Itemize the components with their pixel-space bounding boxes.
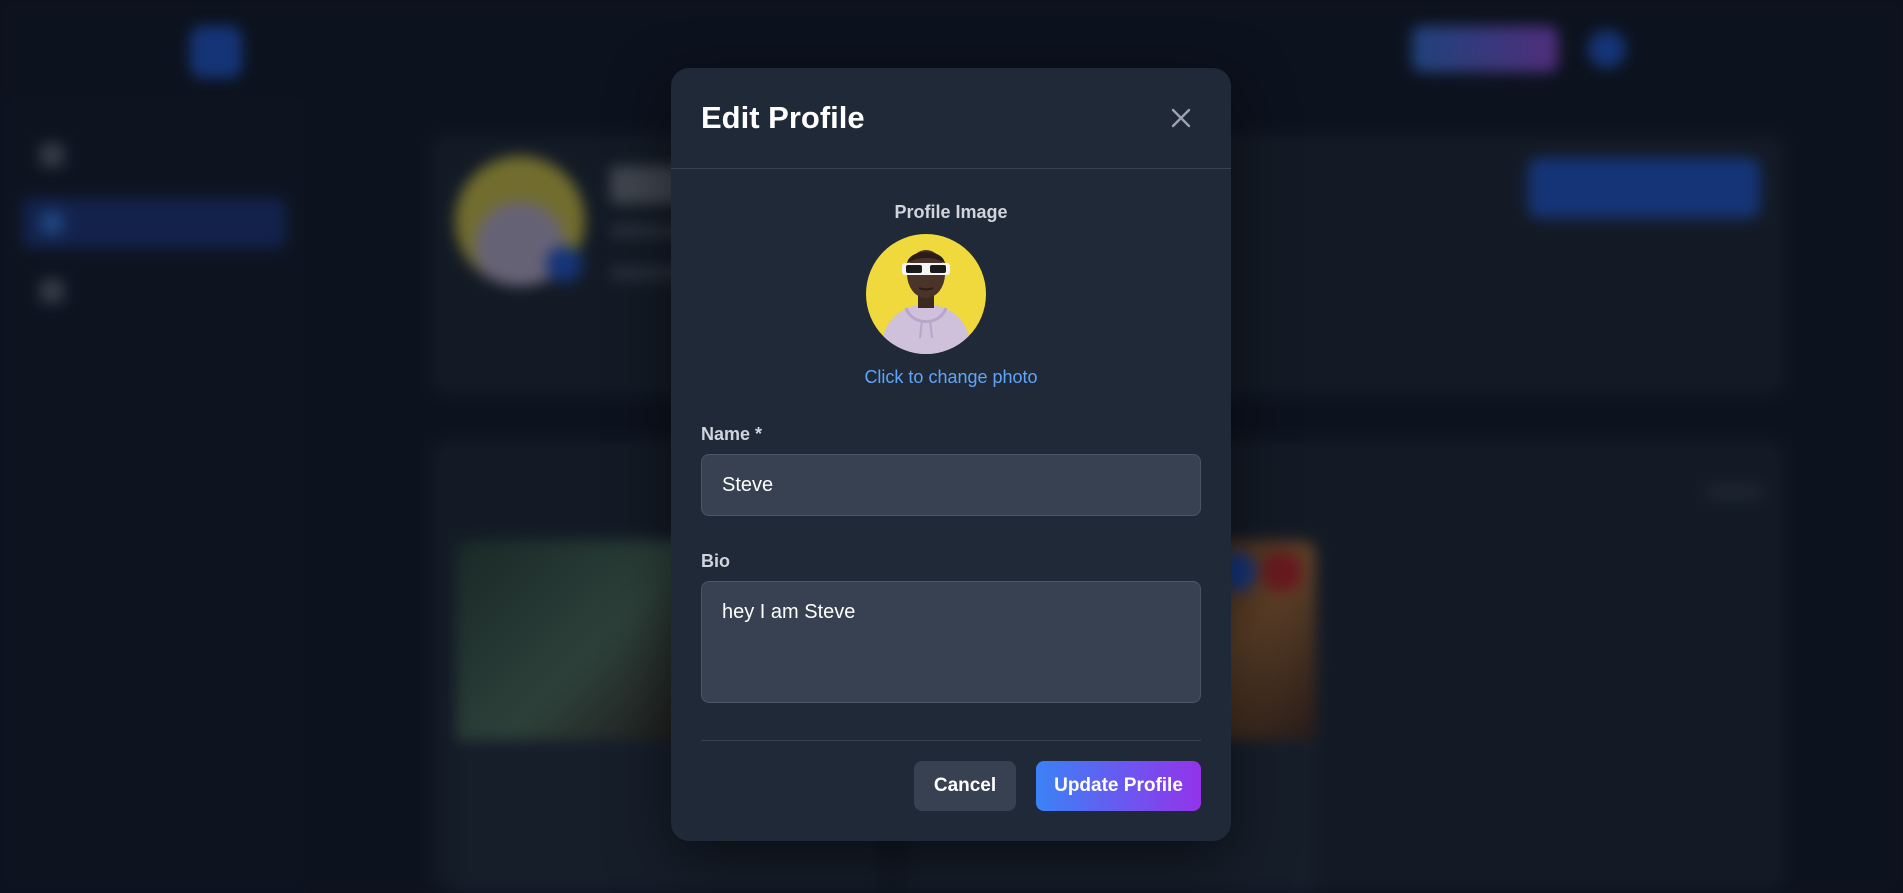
- name-label: Name *: [701, 424, 763, 444]
- profile-image-label: Profile Image: [894, 202, 1008, 222]
- change-photo-link[interactable]: Click to change photo: [671, 367, 1231, 388]
- bio-label: Bio: [701, 551, 730, 571]
- edit-profile-modal: Edit Profile Profile Image Click to chan…: [671, 68, 1231, 841]
- update-profile-button[interactable]: Update Profile: [1036, 761, 1201, 811]
- name-input[interactable]: [701, 454, 1201, 516]
- close-icon: [1171, 108, 1191, 128]
- modal-header: Edit Profile: [671, 68, 1231, 169]
- footer-divider: [701, 740, 1201, 741]
- bio-textarea[interactable]: hey I am Steve: [701, 581, 1201, 703]
- profile-avatar-picker[interactable]: [866, 234, 986, 354]
- cancel-button[interactable]: Cancel: [914, 761, 1016, 811]
- modal-title: Edit Profile: [701, 100, 865, 135]
- profile-photo: [866, 234, 986, 354]
- close-button[interactable]: [1165, 102, 1197, 134]
